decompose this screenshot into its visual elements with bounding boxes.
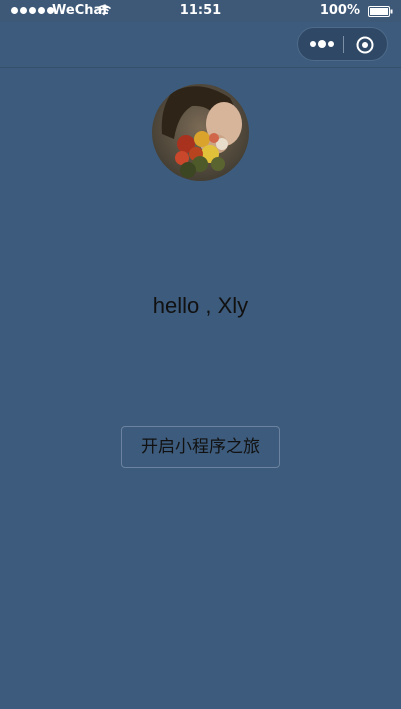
status-bar: WeChat 11:51 100% [0,0,401,22]
user-avatar [152,84,249,181]
avatar-photo [152,84,249,181]
navigation-bar [0,22,401,68]
more-dots-icon[interactable] [309,37,335,51]
greeting-text: hello , Xly [152,293,249,318]
mini-program-capsule [297,27,388,61]
capsule-divider [343,36,344,53]
start-journey-button[interactable]: 开启小程序之旅 [121,426,280,468]
battery-icon [368,6,393,17]
target-close-icon[interactable] [355,35,375,55]
battery-percentage: 100% [319,3,360,18]
